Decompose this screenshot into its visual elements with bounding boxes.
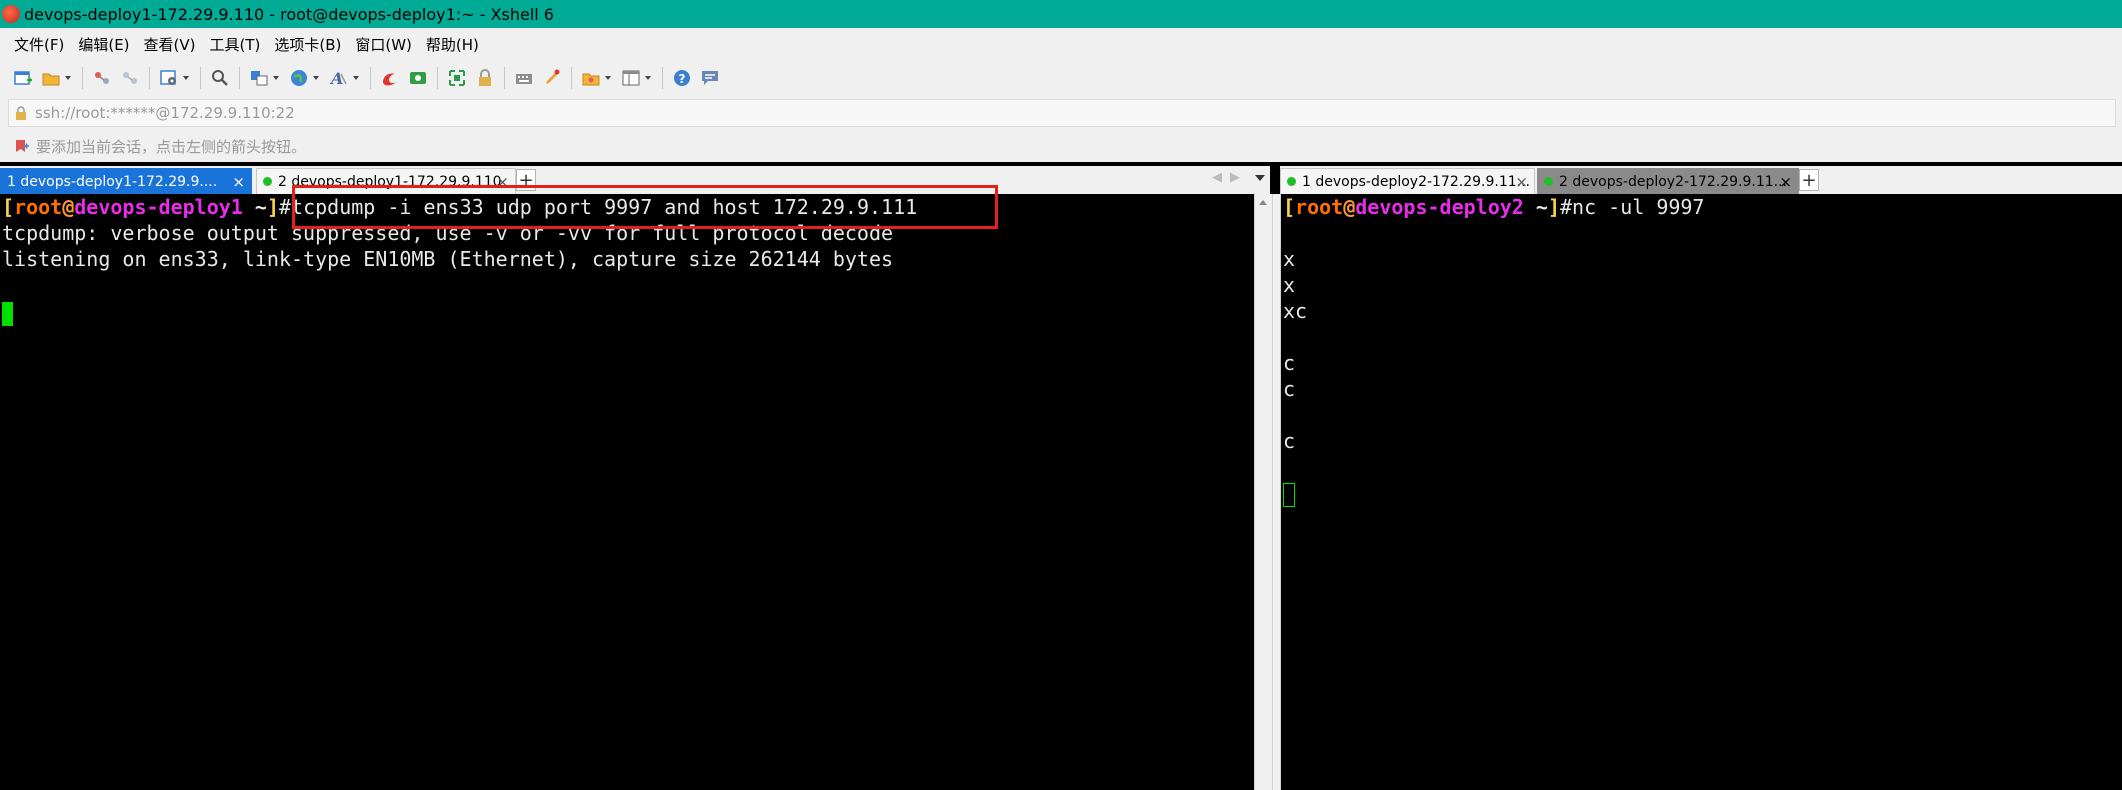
connected-status-icon xyxy=(1544,177,1553,186)
command-highlight-box xyxy=(292,185,998,229)
output-line: x xyxy=(1283,247,1296,271)
session-hint-text: 要添加当前会话，点击左侧的箭头按钮。 xyxy=(36,137,307,156)
menu-tabs[interactable]: 选项卡(B) xyxy=(274,34,341,55)
address-text: ssh://root:******@172.29.9.110:22 xyxy=(35,104,295,122)
tab-label: 1 devops-deploy2-172.29.9.11... xyxy=(1302,173,1530,190)
svg-text:?: ? xyxy=(679,72,686,86)
command-text: #nc -ul 9997 xyxy=(1559,195,1705,219)
close-icon[interactable]: × xyxy=(232,173,245,191)
tab-deploy2-2[interactable]: 2 devops-deploy2-172.29.9.11... × xyxy=(1537,168,1799,194)
new-session-icon[interactable] xyxy=(12,67,34,89)
connected-status-icon xyxy=(1287,177,1296,186)
tab-deploy1-1[interactable]: 1 devops-deploy1-172.29.9.... × xyxy=(0,168,252,194)
disconnect-icon[interactable] xyxy=(119,67,141,89)
lock-icon[interactable] xyxy=(474,67,496,89)
lock-icon xyxy=(16,106,26,120)
help-icon[interactable]: ? xyxy=(671,67,693,89)
address-input[interactable]: ssh://root:******@172.29.9.110:22 xyxy=(8,99,2116,127)
fullscreen-icon[interactable] xyxy=(446,67,468,89)
new-tab-button[interactable]: + xyxy=(1799,169,1819,191)
layout-icon[interactable] xyxy=(248,67,270,89)
output-line: x xyxy=(1283,273,1296,297)
session-hint-bar: 要添加当前会话，点击左侧的箭头按钮。 xyxy=(0,130,2122,162)
window-layout-icon[interactable] xyxy=(620,67,642,89)
keyboard-icon[interactable] xyxy=(513,67,535,89)
close-icon[interactable]: × xyxy=(1515,173,1528,191)
font-icon[interactable]: A xyxy=(328,67,350,89)
connected-status-icon xyxy=(263,177,272,186)
tab-label: 2 devops-deploy2-172.29.9.11... xyxy=(1559,173,1787,190)
terminal-left[interactable]: [root@devops-deploy1 ~]#tcpdump -i ens33… xyxy=(0,194,1254,790)
menu-edit[interactable]: 编辑(E) xyxy=(78,34,129,55)
chat-icon[interactable] xyxy=(699,67,721,89)
scroll-up-icon[interactable] xyxy=(1259,200,1267,205)
terminal-right[interactable]: [root@devops-deploy2 ~]#nc -ul 9997 x x … xyxy=(1281,194,2122,790)
globe-icon[interactable] xyxy=(288,67,310,89)
properties-dropdown-icon[interactable] xyxy=(182,67,190,89)
menu-tools[interactable]: 工具(T) xyxy=(210,34,261,55)
tab-scroll-right-icon[interactable]: ▶ xyxy=(1230,170,1240,185)
address-bar: ssh://root:******@172.29.9.110:22 xyxy=(0,96,2122,130)
menu-window[interactable]: 窗口(W) xyxy=(355,34,412,55)
globe-dropdown-icon[interactable] xyxy=(312,67,320,89)
xftp-icon[interactable] xyxy=(379,67,401,89)
menu-file[interactable]: 文件(F) xyxy=(14,34,64,55)
open-folder-icon[interactable] xyxy=(40,67,62,89)
bookmark-arrow-icon[interactable] xyxy=(14,138,30,154)
tab-list-dropdown-icon[interactable] xyxy=(1255,175,1265,181)
output-line: c xyxy=(1283,429,1296,453)
find-icon[interactable] xyxy=(209,67,231,89)
svg-text:A: A xyxy=(329,69,343,88)
output-line: c xyxy=(1283,377,1296,401)
left-terminal-scrollbar[interactable] xyxy=(1254,194,1272,790)
terminal-cursor xyxy=(2,301,13,326)
close-icon[interactable]: × xyxy=(1779,173,1792,191)
prompt-line: [root@devops-deploy2 ~]#nc -ul 9997 xyxy=(1283,195,1705,219)
menu-bar: 文件(F) 编辑(E) 查看(V) 工具(T) 选项卡(B) 窗口(W) 帮助(… xyxy=(0,28,2122,60)
window-layout-dropdown-icon[interactable] xyxy=(644,67,652,89)
connect-icon[interactable] xyxy=(91,67,113,89)
title-bar: devops-deploy1-172.29.9.110 - root@devop… xyxy=(0,0,2122,28)
right-tab-bar: 1 devops-deploy2-172.29.9.11... × 2 devo… xyxy=(1280,166,2122,194)
output-line: c xyxy=(1283,351,1296,375)
layout-dropdown-icon[interactable] xyxy=(272,67,280,89)
tab-scroll-left-icon[interactable]: ◀ xyxy=(1212,170,1222,185)
pane-splitter[interactable] xyxy=(1272,194,1281,790)
output-line: listening on ens33, link-type EN10MB (Et… xyxy=(2,247,894,271)
tab-deploy2-1[interactable]: 1 devops-deploy2-172.29.9.11... × xyxy=(1280,168,1535,194)
xmanager-icon[interactable] xyxy=(407,67,429,89)
terminal-cursor xyxy=(1283,482,1295,507)
xshell-logo-icon xyxy=(2,5,20,23)
font-dropdown-icon[interactable] xyxy=(352,67,360,89)
menu-view[interactable]: 查看(V) xyxy=(144,34,196,55)
output-line: xc xyxy=(1283,299,1308,323)
window-title: devops-deploy1-172.29.9.110 - root@devop… xyxy=(24,4,554,24)
toolbar: A ? xyxy=(0,60,2122,96)
script-dropdown-icon[interactable] xyxy=(604,67,612,89)
properties-icon[interactable] xyxy=(158,67,180,89)
menu-help[interactable]: 帮助(H) xyxy=(426,34,479,55)
tab-label: 1 devops-deploy1-172.29.9.... xyxy=(7,173,218,190)
script-folder-icon[interactable] xyxy=(580,67,602,89)
highlight-pen-icon[interactable] xyxy=(541,67,563,89)
open-dropdown-icon[interactable] xyxy=(64,67,72,89)
